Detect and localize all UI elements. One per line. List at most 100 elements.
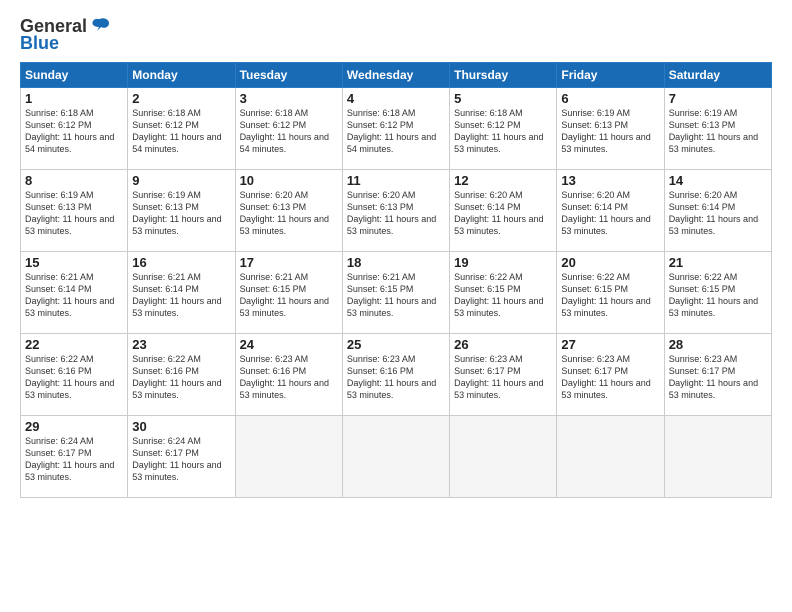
calendar-day-cell: 11Sunrise: 6:20 AMSunset: 6:13 PMDayligh… <box>342 170 449 252</box>
day-number: 18 <box>347 255 445 270</box>
day-info: Sunrise: 6:18 AMSunset: 6:12 PMDaylight:… <box>454 107 552 156</box>
day-number: 23 <box>132 337 230 352</box>
day-info: Sunrise: 6:22 AMSunset: 6:15 PMDaylight:… <box>454 271 552 320</box>
day-of-week-header: Tuesday <box>235 63 342 88</box>
day-info: Sunrise: 6:23 AMSunset: 6:16 PMDaylight:… <box>347 353 445 402</box>
calendar-day-cell: 21Sunrise: 6:22 AMSunset: 6:15 PMDayligh… <box>664 252 771 334</box>
day-info: Sunrise: 6:21 AMSunset: 6:14 PMDaylight:… <box>25 271 123 320</box>
calendar-day-cell: 10Sunrise: 6:20 AMSunset: 6:13 PMDayligh… <box>235 170 342 252</box>
day-of-week-header: Monday <box>128 63 235 88</box>
day-info: Sunrise: 6:20 AMSunset: 6:14 PMDaylight:… <box>669 189 767 238</box>
day-number: 24 <box>240 337 338 352</box>
day-info: Sunrise: 6:22 AMSunset: 6:15 PMDaylight:… <box>561 271 659 320</box>
calendar-day-cell <box>342 416 449 498</box>
day-info: Sunrise: 6:23 AMSunset: 6:16 PMDaylight:… <box>240 353 338 402</box>
day-number: 2 <box>132 91 230 106</box>
day-info: Sunrise: 6:18 AMSunset: 6:12 PMDaylight:… <box>347 107 445 156</box>
calendar-header-row: SundayMondayTuesdayWednesdayThursdayFrid… <box>21 63 772 88</box>
day-info: Sunrise: 6:19 AMSunset: 6:13 PMDaylight:… <box>25 189 123 238</box>
day-info: Sunrise: 6:22 AMSunset: 6:16 PMDaylight:… <box>25 353 123 402</box>
day-of-week-header: Friday <box>557 63 664 88</box>
calendar-day-cell: 9Sunrise: 6:19 AMSunset: 6:13 PMDaylight… <box>128 170 235 252</box>
calendar-day-cell: 20Sunrise: 6:22 AMSunset: 6:15 PMDayligh… <box>557 252 664 334</box>
day-number: 4 <box>347 91 445 106</box>
calendar-day-cell: 4Sunrise: 6:18 AMSunset: 6:12 PMDaylight… <box>342 88 449 170</box>
day-info: Sunrise: 6:23 AMSunset: 6:17 PMDaylight:… <box>454 353 552 402</box>
calendar-day-cell: 26Sunrise: 6:23 AMSunset: 6:17 PMDayligh… <box>450 334 557 416</box>
day-number: 10 <box>240 173 338 188</box>
day-info: Sunrise: 6:22 AMSunset: 6:15 PMDaylight:… <box>669 271 767 320</box>
day-info: Sunrise: 6:21 AMSunset: 6:14 PMDaylight:… <box>132 271 230 320</box>
calendar-day-cell <box>450 416 557 498</box>
day-number: 26 <box>454 337 552 352</box>
day-info: Sunrise: 6:22 AMSunset: 6:16 PMDaylight:… <box>132 353 230 402</box>
calendar-day-cell: 14Sunrise: 6:20 AMSunset: 6:14 PMDayligh… <box>664 170 771 252</box>
calendar-week-row: 22Sunrise: 6:22 AMSunset: 6:16 PMDayligh… <box>21 334 772 416</box>
calendar-day-cell: 28Sunrise: 6:23 AMSunset: 6:17 PMDayligh… <box>664 334 771 416</box>
calendar-day-cell: 5Sunrise: 6:18 AMSunset: 6:12 PMDaylight… <box>450 88 557 170</box>
day-of-week-header: Wednesday <box>342 63 449 88</box>
day-number: 14 <box>669 173 767 188</box>
calendar-day-cell: 8Sunrise: 6:19 AMSunset: 6:13 PMDaylight… <box>21 170 128 252</box>
calendar-week-row: 8Sunrise: 6:19 AMSunset: 6:13 PMDaylight… <box>21 170 772 252</box>
calendar-week-row: 1 Sunrise: 6:18 AMSunset: 6:12 PMDaylight… <box>21 88 772 170</box>
day-info: Sunrise: 6:23 AMSunset: 6:17 PMDaylight:… <box>669 353 767 402</box>
day-number: 21 <box>669 255 767 270</box>
day-info: Sunrise: 6:24 AMSunset: 6:17 PMDaylight:… <box>25 435 123 484</box>
day-number: 1 <box>25 91 123 106</box>
day-number: 19 <box>454 255 552 270</box>
day-number: 17 <box>240 255 338 270</box>
day-number: 28 <box>669 337 767 352</box>
day-number: 13 <box>561 173 659 188</box>
day-info: Sunrise: 6:18 AMSunset: 6:12 PMDaylight:… <box>132 107 230 156</box>
calendar-day-cell: 27Sunrise: 6:23 AMSunset: 6:17 PMDayligh… <box>557 334 664 416</box>
calendar-day-cell: 25Sunrise: 6:23 AMSunset: 6:16 PMDayligh… <box>342 334 449 416</box>
day-info: Sunrise: 6:23 AMSunset: 6:17 PMDaylight:… <box>561 353 659 402</box>
day-number: 29 <box>25 419 123 434</box>
day-number: 5 <box>454 91 552 106</box>
day-number: 25 <box>347 337 445 352</box>
day-number: 9 <box>132 173 230 188</box>
day-info: Sunrise: 6:19 AMSunset: 6:13 PMDaylight:… <box>669 107 767 156</box>
day-number: 27 <box>561 337 659 352</box>
calendar-day-cell <box>235 416 342 498</box>
day-info: Sunrise: 6:18 AMSunset: 6:12 PMDaylight:… <box>240 107 338 156</box>
calendar-day-cell: 7Sunrise: 6:19 AMSunset: 6:13 PMDaylight… <box>664 88 771 170</box>
day-number: 12 <box>454 173 552 188</box>
day-number: 8 <box>25 173 123 188</box>
calendar-day-cell: 16Sunrise: 6:21 AMSunset: 6:14 PMDayligh… <box>128 252 235 334</box>
calendar-day-cell <box>557 416 664 498</box>
header: General Blue <box>20 16 772 54</box>
calendar-day-cell: 12Sunrise: 6:20 AMSunset: 6:14 PMDayligh… <box>450 170 557 252</box>
day-info: Sunrise: 6:20 AMSunset: 6:14 PMDaylight:… <box>561 189 659 238</box>
day-number: 15 <box>25 255 123 270</box>
day-info: Sunrise: 6:21 AMSunset: 6:15 PMDaylight:… <box>240 271 338 320</box>
calendar-table: SundayMondayTuesdayWednesdayThursdayFrid… <box>20 62 772 498</box>
logo: General Blue <box>20 16 111 54</box>
calendar-day-cell: 15Sunrise: 6:21 AMSunset: 6:14 PMDayligh… <box>21 252 128 334</box>
calendar-day-cell: 30Sunrise: 6:24 AMSunset: 6:17 PMDayligh… <box>128 416 235 498</box>
day-info: Sunrise: 6:20 AMSunset: 6:14 PMDaylight:… <box>454 189 552 238</box>
day-info: Sunrise: 6:24 AMSunset: 6:17 PMDaylight:… <box>132 435 230 484</box>
calendar-day-cell: 29Sunrise: 6:24 AMSunset: 6:17 PMDayligh… <box>21 416 128 498</box>
day-number: 16 <box>132 255 230 270</box>
calendar-day-cell: 13Sunrise: 6:20 AMSunset: 6:14 PMDayligh… <box>557 170 664 252</box>
day-number: 3 <box>240 91 338 106</box>
day-of-week-header: Thursday <box>450 63 557 88</box>
calendar-day-cell: 18Sunrise: 6:21 AMSunset: 6:15 PMDayligh… <box>342 252 449 334</box>
calendar-day-cell: 19Sunrise: 6:22 AMSunset: 6:15 PMDayligh… <box>450 252 557 334</box>
calendar-day-cell: 24Sunrise: 6:23 AMSunset: 6:16 PMDayligh… <box>235 334 342 416</box>
logo-bird-icon <box>89 17 111 37</box>
day-info: Sunrise: 6:20 AMSunset: 6:13 PMDaylight:… <box>240 189 338 238</box>
day-number: 22 <box>25 337 123 352</box>
day-info: Sunrise: 6:20 AMSunset: 6:13 PMDaylight:… <box>347 189 445 238</box>
day-info: Sunrise: 6:19 AMSunset: 6:13 PMDaylight:… <box>561 107 659 156</box>
day-of-week-header: Sunday <box>21 63 128 88</box>
calendar-day-cell: 2Sunrise: 6:18 AMSunset: 6:12 PMDaylight… <box>128 88 235 170</box>
calendar-day-cell: 6Sunrise: 6:19 AMSunset: 6:13 PMDaylight… <box>557 88 664 170</box>
calendar-day-cell: 1Sunrise: 6:18 AMSunset: 6:12 PMDaylight… <box>21 88 128 170</box>
day-number: 11 <box>347 173 445 188</box>
calendar-day-cell: 23Sunrise: 6:22 AMSunset: 6:16 PMDayligh… <box>128 334 235 416</box>
page: General Blue SundayMondayTuesdayWednesda… <box>0 0 792 612</box>
calendar-day-cell: 17Sunrise: 6:21 AMSunset: 6:15 PMDayligh… <box>235 252 342 334</box>
